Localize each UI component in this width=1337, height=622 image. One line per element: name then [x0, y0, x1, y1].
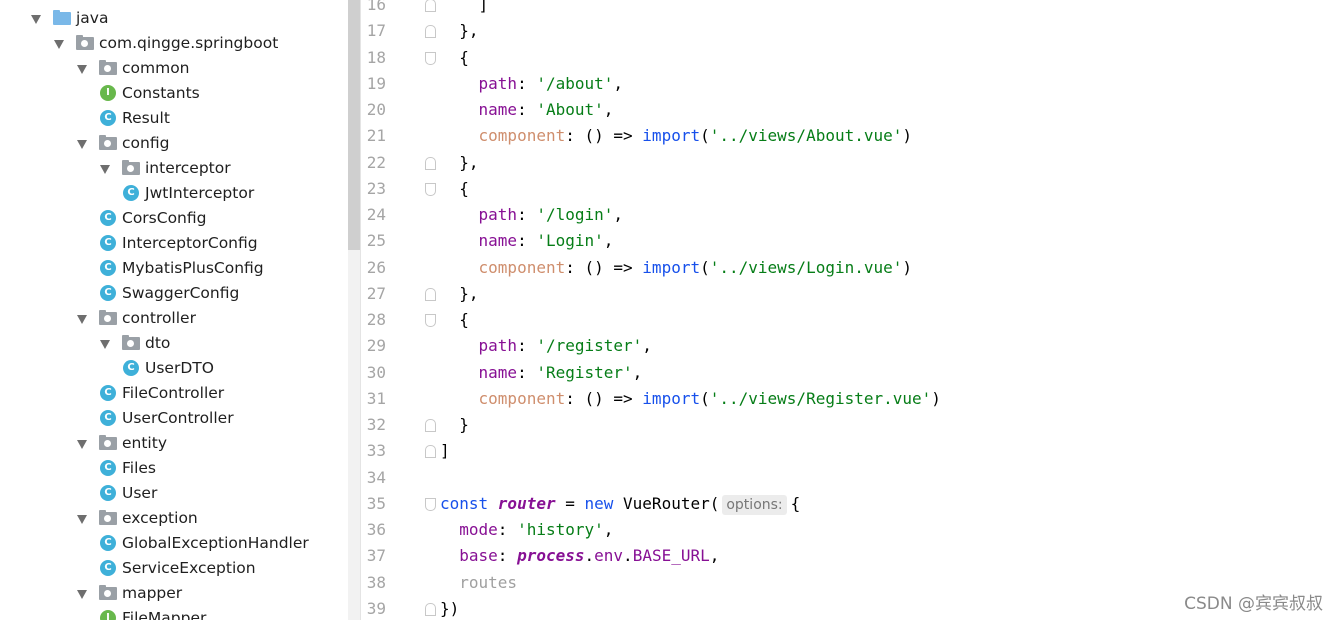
fold-close-icon[interactable] — [425, 0, 436, 12]
line-number: 25 — [366, 231, 386, 251]
code-line[interactable]: 30 name: 'Register', — [0, 360, 976, 386]
code-line[interactable]: 32 } — [0, 412, 976, 438]
code-text: }) — [440, 598, 460, 618]
line-number: 18 — [366, 47, 386, 67]
code-line[interactable]: 35 const router = new VueRouter(options:{ — [0, 491, 976, 517]
code-text: path: '/register', — [478, 336, 652, 356]
fold-close-icon[interactable] — [425, 25, 436, 39]
code-text: { — [440, 47, 469, 67]
code-text: base: process.env.BASE_URL, — [459, 546, 720, 566]
code-text: component: () => import('../views/Login.… — [478, 257, 913, 277]
watermark: CSDN @宾宾叔叔 — [1184, 594, 1323, 614]
fold-close-icon[interactable] — [425, 419, 436, 432]
code-text: { — [440, 178, 469, 198]
line-number: 37 — [366, 546, 386, 566]
code-text: } — [440, 415, 469, 434]
code-text: { — [440, 310, 469, 329]
code-line[interactable]: 23 { — [0, 176, 976, 202]
fold-close-icon[interactable] — [425, 287, 436, 301]
code-text: name: 'About', — [478, 100, 614, 119]
line-number: 35 — [366, 493, 386, 513]
code-text: path: '/login', — [478, 205, 624, 224]
code-text: name: 'Register', — [478, 362, 643, 382]
code-line[interactable]: 24 path: '/login', — [0, 202, 976, 228]
code-line[interactable]: 18 { — [0, 45, 976, 71]
code-text: }, — [440, 283, 479, 303]
code-line[interactable]: 33] — [0, 438, 976, 464]
code-text: ] — [440, 441, 450, 461]
line-number: 23 — [366, 178, 386, 198]
code-line[interactable]: 39}) — [0, 596, 976, 622]
line-number: 16 — [366, 0, 386, 14]
line-number: 29 — [366, 336, 386, 356]
code-text: }, — [440, 152, 479, 172]
code-text: routes — [459, 572, 518, 592]
line-number: 19 — [366, 73, 386, 93]
line-number: 38 — [366, 572, 386, 592]
code-line[interactable]: 20 name: 'About', — [0, 97, 976, 123]
code-text: mode: 'history', — [459, 520, 614, 539]
code-text: ] — [440, 0, 489, 14]
fold-close-icon[interactable] — [425, 445, 436, 459]
code-line[interactable]: 25 name: 'Login', — [0, 228, 976, 254]
line-number: 22 — [366, 152, 386, 172]
fold-open-icon[interactable] — [425, 51, 436, 65]
line-number: 33 — [366, 441, 386, 461]
code-text: path: '/about', — [478, 73, 624, 93]
code-line[interactable]: 16 ] — [0, 0, 976, 18]
code-line[interactable]: 31 component: () => import('../views/Reg… — [0, 386, 976, 412]
code-line[interactable]: 37 base: process.env.BASE_URL, — [0, 543, 976, 569]
fold-close-icon[interactable] — [425, 156, 436, 170]
code-text: name: 'Login', — [478, 231, 614, 251]
code-line[interactable]: 29 path: '/register', — [0, 333, 976, 359]
code-line[interactable]: 19 path: '/about', — [0, 71, 976, 97]
code-line[interactable]: 38 routes — [0, 570, 976, 596]
line-number: 28 — [366, 310, 386, 329]
code-line[interactable]: 17 }, — [0, 18, 976, 44]
line-number: 21 — [366, 126, 386, 146]
code-line[interactable]: 27 }, — [0, 281, 976, 307]
code-line[interactable]: 26 component: () => import('../views/Log… — [0, 255, 976, 281]
line-number: 36 — [366, 520, 386, 539]
code-line[interactable]: 21 component: () => import('../views/Abo… — [0, 123, 976, 149]
fold-open-icon[interactable] — [425, 182, 436, 196]
line-number: 24 — [366, 205, 386, 224]
code-line[interactable]: 36 mode: 'history', — [0, 517, 976, 543]
line-number: 39 — [366, 598, 386, 618]
line-number: 31 — [366, 388, 386, 408]
parameter-hint: options: — [722, 494, 787, 515]
line-number: 17 — [366, 21, 386, 41]
line-number: 30 — [366, 362, 386, 382]
line-number: 20 — [366, 100, 386, 119]
fold-open-icon[interactable] — [425, 314, 436, 327]
code-text: component: () => import('../views/Regist… — [478, 388, 941, 408]
line-number: 27 — [366, 283, 386, 303]
line-number: 34 — [366, 467, 386, 487]
code-line[interactable]: 22 }, — [0, 150, 976, 176]
fold-open-icon[interactable] — [425, 497, 436, 511]
line-number: 26 — [366, 257, 386, 277]
code-line[interactable]: 28 { — [0, 307, 976, 333]
line-number: 32 — [366, 415, 386, 434]
code-text: }, — [440, 21, 479, 41]
code-line[interactable]: 34 — [0, 465, 976, 491]
code-text: const router = new VueRouter(options:{ — [440, 493, 801, 515]
fold-close-icon[interactable] — [425, 602, 436, 616]
code-text: component: () => import('../views/About.… — [478, 126, 913, 146]
